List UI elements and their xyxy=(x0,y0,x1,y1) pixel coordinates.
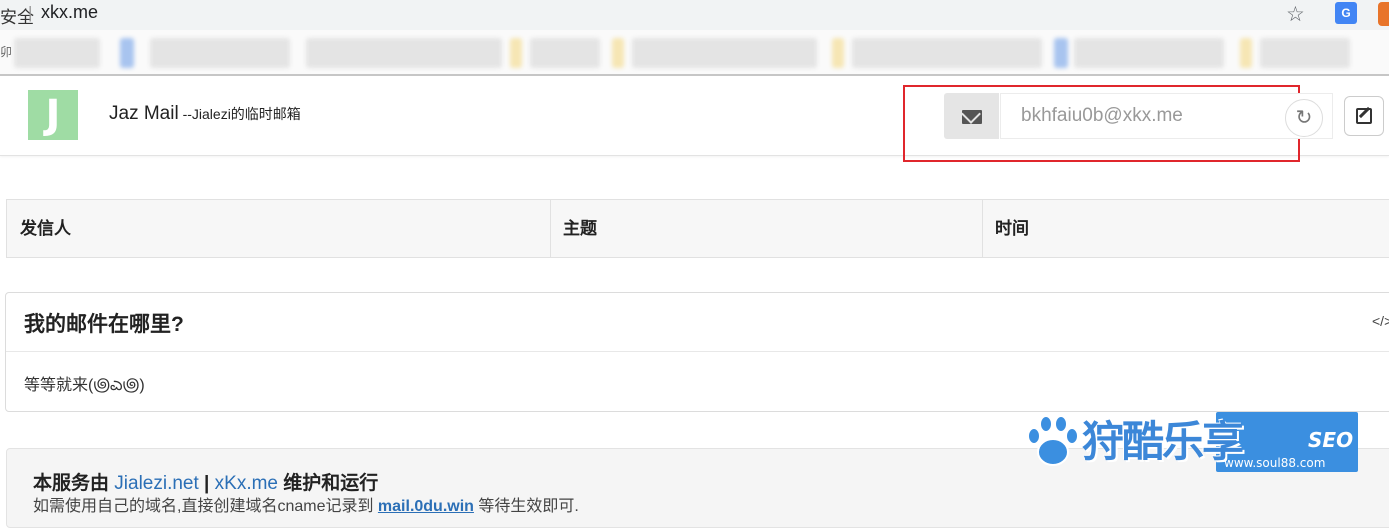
bookmark-item[interactable] xyxy=(1054,38,1068,68)
bookmark-item[interactable] xyxy=(150,38,290,68)
footer-prefix: 本服务由 xyxy=(33,473,115,494)
watermark-tag: SEO xyxy=(1308,428,1354,452)
logo-letter: J xyxy=(45,92,61,138)
panel-body: 等等就来(಄ಎ಄) xyxy=(24,377,145,394)
refresh-button[interactable]: ↻ xyxy=(1285,99,1323,137)
bookmarks-bar: 卯 xyxy=(0,30,1389,74)
footer-cname-info: 如需使用自己的域名,直接创建域名cname记录到 mail.0du.win 等待… xyxy=(33,492,579,516)
bookmark-prefix: 卯 xyxy=(0,45,13,59)
watermark: SEO www.soul88.com 狩酷乐享 xyxy=(1020,408,1360,472)
cname-link[interactable]: mail.0du.win xyxy=(378,498,474,515)
address-bar-url[interactable]: xkx.me xyxy=(41,2,98,23)
paw-icon xyxy=(1027,415,1079,466)
mail-table-header: 发信人 主题 时间 xyxy=(6,199,1389,258)
cname-prefix: 如需使用自己的域名,直接创建域名cname记录到 xyxy=(33,498,378,515)
xkx-link[interactable]: xKx.me xyxy=(215,473,278,494)
app-header: J Jaz Mail --Jialezi的临时邮箱 ↻ xyxy=(0,76,1389,162)
code-icon[interactable]: </> xyxy=(1372,313,1389,329)
bookmark-item[interactable] xyxy=(1260,38,1350,68)
bookmark-item[interactable] xyxy=(832,38,844,68)
column-sender[interactable]: 发信人 xyxy=(7,200,550,257)
info-panel: 我的邮件在哪里? </> 等等就来(಄ಎ಄) xyxy=(5,292,1389,412)
bookmark-item[interactable] xyxy=(14,38,100,68)
cname-suffix: 等待生效即可. xyxy=(473,498,579,515)
footer-separator: | xyxy=(198,473,215,494)
brand-subtitle: --Jialezi的临时邮箱 xyxy=(178,106,301,122)
bookmark-item[interactable] xyxy=(1240,38,1252,68)
logo[interactable]: J xyxy=(28,90,78,140)
bookmark-item[interactable] xyxy=(510,38,522,68)
bookmark-item[interactable] xyxy=(306,38,502,68)
edit-button[interactable] xyxy=(1344,96,1384,136)
column-time[interactable]: 时间 xyxy=(982,200,1382,257)
column-subject[interactable]: 主题 xyxy=(550,200,982,257)
panel-title: 我的邮件在哪里? xyxy=(24,313,184,336)
edit-icon xyxy=(1356,108,1372,124)
bookmark-item[interactable] xyxy=(1074,38,1224,68)
bookmark-star-icon[interactable]: ☆ xyxy=(1286,2,1305,27)
watermark-title: 狩酷乐享 xyxy=(1082,417,1244,466)
bookmark-item[interactable] xyxy=(120,38,134,68)
envelope-icon xyxy=(962,110,982,124)
jialezi-link[interactable]: Jialezi.net xyxy=(114,473,199,494)
address-separator: | xyxy=(28,3,33,22)
footer-suffix: 维护和运行 xyxy=(278,473,379,494)
browser-toolbar: 安全 | xkx.me ☆ G xyxy=(0,0,1389,30)
panel-divider xyxy=(6,351,1389,352)
brand-title: Jaz Mail --Jialezi的临时邮箱 xyxy=(109,103,301,125)
translate-extension-icon[interactable]: G xyxy=(1335,2,1357,24)
bookmark-item[interactable] xyxy=(632,38,817,68)
footer-credits: 本服务由 Jialezi.net | xKx.me 维护和运行 xyxy=(33,468,378,495)
bookmark-item[interactable] xyxy=(530,38,600,68)
bookmark-item[interactable] xyxy=(612,38,624,68)
email-address-input[interactable] xyxy=(1000,93,1333,139)
extension-icon[interactable] xyxy=(1378,2,1389,26)
brand-name: Jaz Mail xyxy=(109,103,179,124)
bookmark-item[interactable] xyxy=(852,38,1042,68)
